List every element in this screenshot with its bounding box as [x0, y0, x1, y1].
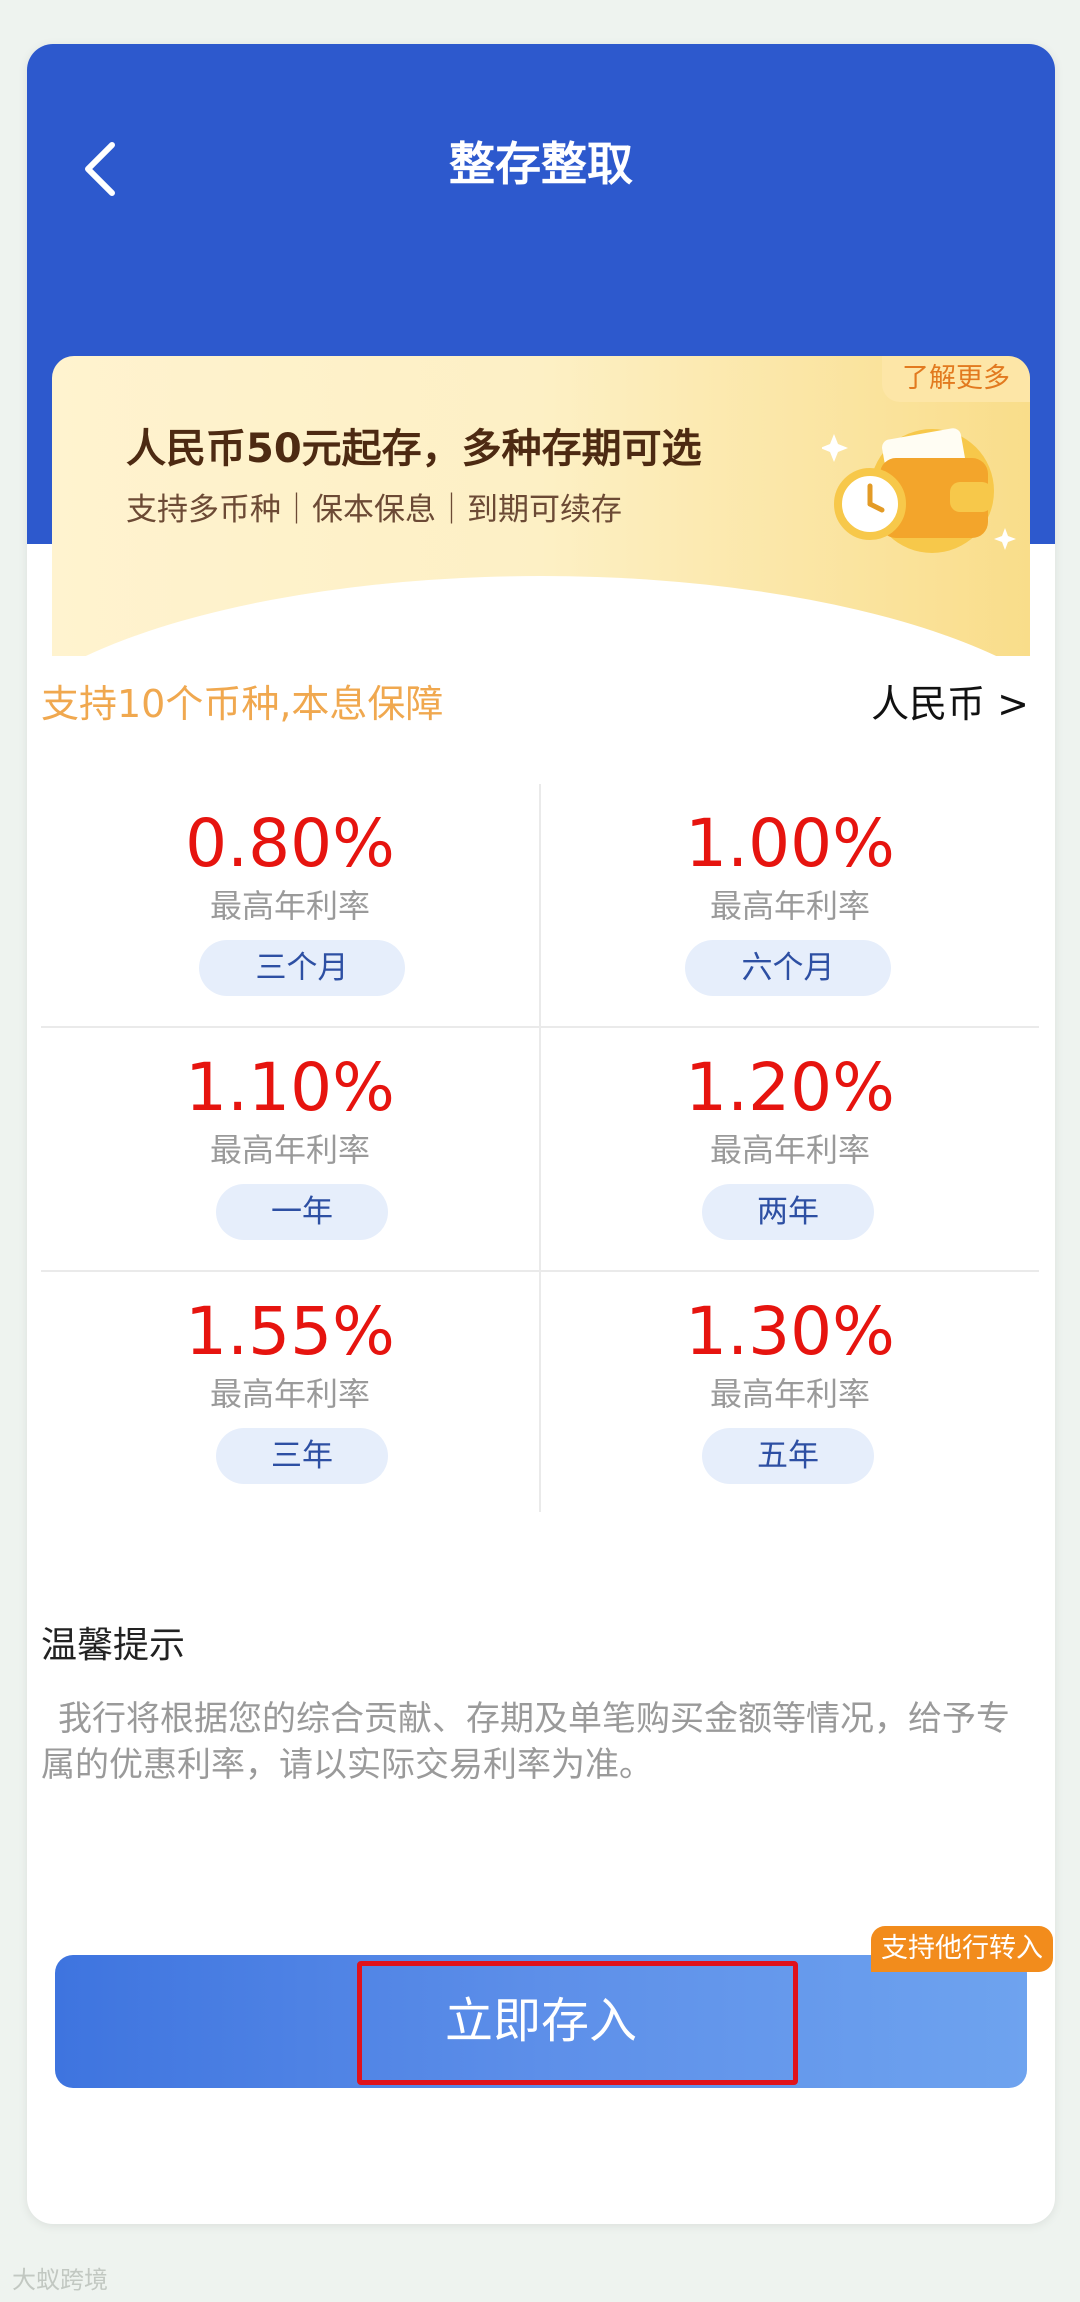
- term-chip: 两年: [702, 1184, 874, 1240]
- rate-label: 最高年利率: [709, 1375, 870, 1413]
- term-chip: 一年: [216, 1184, 388, 1240]
- tips-title: 温馨提示: [41, 1625, 186, 1666]
- rate-card-6-months[interactable]: 1.00% 最高年利率 六个月: [541, 784, 1039, 1026]
- rate-value: 1.20%: [685, 1049, 895, 1126]
- currency-selector[interactable]: 人民币 >: [871, 674, 1029, 734]
- rate-card-2-years[interactable]: 1.20% 最高年利率 两年: [541, 1028, 1039, 1270]
- rate-value: 1.10%: [185, 1049, 395, 1126]
- deposit-now-label: 立即存入: [444, 1993, 637, 2049]
- page-card: 整存整取 了解更多 人民币50元起存，多种存期可选 支持多币种｜保本保息｜到期可…: [27, 44, 1055, 2224]
- rate-value: 1.00%: [685, 805, 895, 882]
- term-chip: 五年: [702, 1428, 874, 1484]
- rate-grid: 0.80% 最高年利率 三个月 1.00% 最高年利率 六个月 1.10% 最高…: [41, 784, 1039, 1512]
- tips-body: 我行将根据您的综合贡献、存期及单笔购买金额等情况，给予专属的优惠利率，请以实际交…: [41, 1699, 1010, 1785]
- rate-label: 最高年利率: [209, 1375, 370, 1413]
- term-chip: 三个月: [199, 940, 405, 996]
- rate-value: 0.80%: [185, 805, 395, 882]
- rate-label: 最高年利率: [209, 887, 370, 925]
- term-chip: 六个月: [685, 940, 891, 996]
- rate-value: 1.55%: [185, 1293, 395, 1370]
- rate-card-5-years[interactable]: 1.30% 最高年利率 五年: [541, 1272, 1039, 1514]
- watermark: 大蚁跨境: [12, 2266, 108, 2294]
- rate-label: 最高年利率: [209, 1131, 370, 1169]
- currency-promo-text: 支持10个币种,本息保障: [41, 682, 444, 726]
- wallet-clock-icon: [822, 428, 1016, 553]
- transfer-badge: 支持他行转入: [871, 1926, 1053, 1972]
- rate-card-1-year[interactable]: 1.10% 最高年利率 一年: [41, 1028, 539, 1270]
- page-title: 整存整取: [449, 137, 633, 191]
- section-header: 支持10个币种,本息保障 人民币 >: [41, 674, 1039, 734]
- deposit-now-button[interactable]: 立即存入: [55, 1955, 1027, 2088]
- promo-banner[interactable]: 了解更多 人民币50元起存，多种存期可选 支持多币种｜保本保息｜到期可续存: [52, 356, 1030, 656]
- rate-card-3-years[interactable]: 1.55% 最高年利率 三年: [41, 1272, 539, 1514]
- rate-label: 最高年利率: [709, 887, 870, 925]
- term-chip: 三年: [216, 1428, 388, 1484]
- rate-card-3-months[interactable]: 0.80% 最高年利率 三个月: [41, 784, 539, 1026]
- banner-curve: [52, 576, 1030, 656]
- banner-title: 人民币50元起存，多种存期可选: [126, 426, 702, 472]
- rate-label: 最高年利率: [709, 1131, 870, 1169]
- rate-value: 1.30%: [685, 1293, 895, 1370]
- banner-subtitle: 支持多币种｜保本保息｜到期可续存: [126, 492, 622, 528]
